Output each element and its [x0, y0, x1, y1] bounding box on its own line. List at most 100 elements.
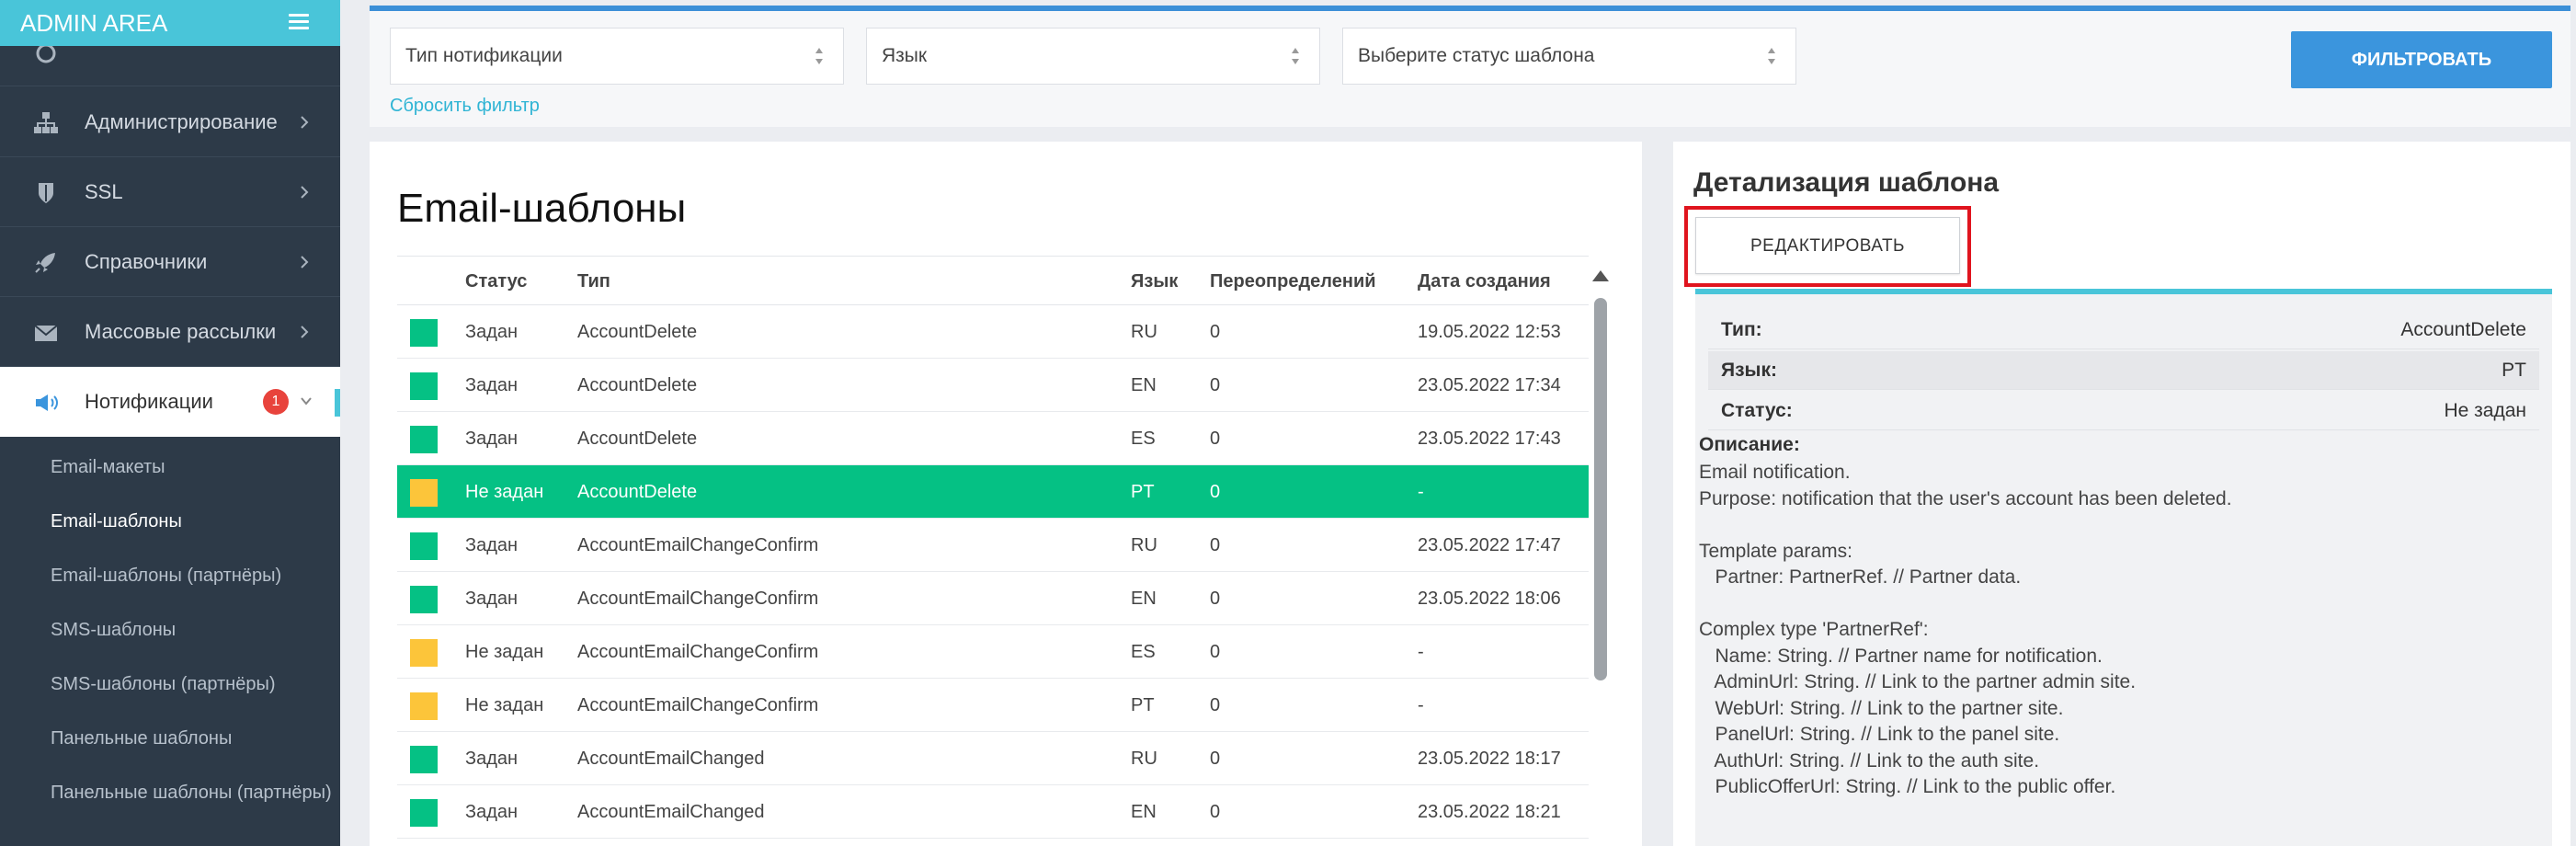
detail-row-status: Статус: Не задан: [1708, 392, 2539, 430]
description-label: Описание:: [1699, 434, 1800, 455]
sidebar-subitem-sms-templates-partners[interactable]: SMS-шаблоны (партнёры): [51, 674, 276, 695]
cell-overrides: 0: [1210, 322, 1221, 342]
table-header: Статус Тип Язык Переопределений Дата соз…: [397, 256, 1589, 305]
status-color-indicator: [410, 639, 438, 667]
cell-status: Задан: [465, 802, 519, 822]
table-row[interactable]: Задан AccountDelete RU 0 19.05.2022 12:53: [397, 305, 1589, 359]
status-color-indicator: [410, 426, 438, 453]
templates-table: Статус Тип Язык Переопределений Дата соз…: [397, 256, 1589, 839]
brand-title: ADMIN AREA: [20, 9, 168, 37]
detail-key: Тип:: [1721, 319, 1762, 340]
sidebar-item-directories[interactable]: Справочники: [0, 227, 340, 297]
table-row[interactable]: Задан AccountDelete ES 0 23.05.2022 17:43: [397, 412, 1589, 465]
cell-overrides: 0: [1210, 695, 1221, 715]
cell-overrides: 0: [1210, 749, 1221, 769]
table-body: Задан AccountDelete RU 0 19.05.2022 12:53 Зад…: [397, 305, 1589, 839]
table-row[interactable]: Задан AccountEmailChanged RU 0 23.05.2022 18…: [397, 732, 1589, 785]
cell-language: ES: [1131, 429, 1156, 449]
megaphone-icon: [36, 394, 58, 411]
template-status-select[interactable]: Выберите статус шаблона: [1342, 28, 1796, 85]
cell-created: -: [1418, 642, 1424, 662]
table-row[interactable]: Не задан AccountEmailChangeConfirm ES 0 -: [397, 625, 1589, 679]
cell-overrides: 0: [1210, 589, 1221, 609]
cell-overrides: 0: [1210, 802, 1221, 822]
cell-type: AccountEmailChangeConfirm: [577, 535, 819, 555]
cell-overrides: 0: [1210, 375, 1221, 395]
cell-status: Задан: [465, 322, 519, 342]
notification-type-select[interactable]: Тип нотификации: [390, 28, 844, 85]
detail-row-language: Язык: PT: [1708, 351, 2539, 390]
shield-icon: [39, 183, 53, 203]
filter-bar: Тип нотификации Язык Выберите статус шаб…: [370, 6, 2570, 127]
detail-value: Не задан: [2444, 400, 2526, 421]
table-row[interactable]: Не задан AccountEmailChangeConfirm PT 0 -: [397, 679, 1589, 732]
cell-type: AccountEmailChanged: [577, 749, 765, 769]
sort-arrows-icon: [1768, 48, 1775, 64]
select-placeholder: Язык: [882, 45, 928, 66]
cell-type: AccountDelete: [577, 429, 698, 449]
cell-created: 23.05.2022 18:06: [1418, 589, 1561, 609]
sitemap-icon: [34, 112, 58, 133]
table-row[interactable]: Не задан AccountDelete PT 0 -: [397, 465, 1589, 519]
detail-row-type: Тип: AccountDelete: [1708, 311, 2539, 349]
table-row[interactable]: Задан AccountEmailChangeConfirm RU 0 23.05.2…: [397, 519, 1589, 572]
page-title: Email-шаблоны: [397, 186, 687, 231]
detail-value: PT: [2502, 360, 2526, 381]
cell-created: 23.05.2022 17:47: [1418, 535, 1561, 555]
sort-arrows-icon: [815, 48, 823, 64]
cell-language: PT: [1131, 695, 1155, 715]
scroll-up-arrow-icon[interactable]: [1592, 270, 1609, 281]
sidebar-item-label: Администрирование: [85, 110, 278, 133]
sidebar-subitem-email-templates-partners[interactable]: Email-шаблоны (партнёры): [51, 566, 281, 587]
table-row[interactable]: Задан AccountDelete EN 0 23.05.2022 17:34: [397, 359, 1589, 412]
table-row[interactable]: Задан AccountEmailChangeConfirm EN 0 23.05.2…: [397, 572, 1589, 625]
cell-created: 23.05.2022 17:34: [1418, 375, 1561, 395]
cell-language: RU: [1131, 535, 1157, 555]
status-color-indicator: [410, 532, 438, 560]
detail-title: Детализация шаблона: [1693, 167, 2000, 198]
column-header-type[interactable]: Тип: [577, 257, 610, 306]
table-row[interactable]: Задан AccountEmailChanged EN 0 23.05.2022 18…: [397, 785, 1589, 839]
status-color-indicator: [410, 692, 438, 720]
reset-filter-link[interactable]: Сбросить фильтр: [390, 96, 540, 117]
active-indicator: [335, 389, 340, 417]
cell-status: Не задан: [465, 695, 544, 715]
sidebar-subitem-email-layouts[interactable]: Email-макеты: [51, 457, 165, 478]
brand-bar: ADMIN AREA: [0, 0, 340, 46]
sidebar-subitem-email-templates[interactable]: Email-шаблоны: [51, 511, 182, 532]
column-header-status[interactable]: Статус: [465, 257, 527, 306]
status-color-indicator: [410, 586, 438, 613]
detail-value: AccountDelete: [2400, 319, 2526, 340]
sidebar-item-administration[interactable]: Администрирование: [0, 87, 340, 157]
chevron-right-icon: [301, 256, 309, 269]
cell-language: ES: [1131, 642, 1156, 662]
sidebar-subitem-sms-templates[interactable]: SMS-шаблоны: [51, 620, 176, 641]
sidebar-item-ssl[interactable]: SSL: [0, 157, 340, 227]
filter-button[interactable]: ФИЛЬТРОВАТЬ: [2291, 31, 2552, 88]
status-color-indicator: [410, 372, 438, 400]
templates-panel: Email-шаблоны Статус Тип Язык Переопреде…: [370, 142, 1642, 846]
edit-button[interactable]: РЕДАКТИРОВАТЬ: [1695, 217, 1960, 274]
scrollbar-thumb[interactable]: [1594, 298, 1607, 680]
cell-language: PT: [1131, 482, 1155, 502]
column-header-language[interactable]: Язык: [1131, 257, 1178, 306]
cell-language: RU: [1131, 322, 1157, 342]
cell-type: AccountEmailChanged: [577, 802, 765, 822]
menu-toggle-icon[interactable]: [289, 14, 309, 30]
status-color-indicator: [410, 746, 438, 773]
sidebar-item-mass-mailing[interactable]: Массовые рассылки: [0, 297, 340, 367]
sidebar-subitem-panel-templates[interactable]: Панельные шаблоны: [51, 728, 232, 749]
language-select[interactable]: Язык: [866, 28, 1320, 85]
sort-arrows-icon: [1292, 48, 1299, 64]
chevron-right-icon: [301, 186, 309, 199]
sidebar-subitem-panel-templates-partners[interactable]: Панельные шаблоны (партнёры): [51, 783, 332, 804]
cell-status: Не задан: [465, 482, 544, 502]
cell-type: AccountDelete: [577, 482, 698, 502]
cell-created: 19.05.2022 12:53: [1418, 322, 1561, 342]
sidebar-item-notifications[interactable]: Нотификации 1: [0, 367, 340, 437]
rocket-icon: [35, 253, 55, 273]
column-header-overrides[interactable]: Переопределений: [1210, 257, 1376, 306]
column-header-created[interactable]: Дата создания: [1418, 257, 1551, 306]
status-color-indicator: [410, 799, 438, 827]
cell-language: RU: [1131, 749, 1157, 769]
